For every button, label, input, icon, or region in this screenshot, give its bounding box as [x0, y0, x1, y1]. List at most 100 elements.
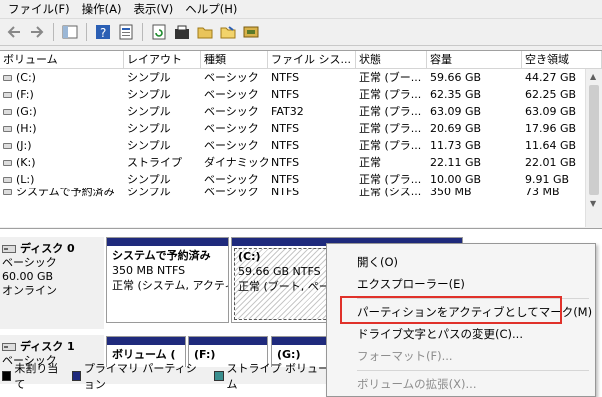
- menu-item-change-drive-letter[interactable]: ドライブ文字とパスの変更(C)...: [357, 326, 523, 342]
- volume-icon: [3, 177, 12, 183]
- partition-system-reserved[interactable]: システムで予約済み 350 MB NTFS 正常 (システム, アクティ: [106, 237, 229, 323]
- filesystem-cell: NTFS: [271, 139, 300, 152]
- partition-name: システムで予約済み: [112, 249, 211, 262]
- volume-name: (C:): [16, 71, 36, 84]
- volume-name: (K:): [16, 156, 36, 169]
- menu-item-explorer[interactable]: エクスプローラー(E): [357, 276, 465, 292]
- table-row[interactable]: (L:) シンプル ベーシック NTFS 正常 (プラ... 10.00 GB …: [0, 171, 602, 188]
- column-header-capacity[interactable]: 容量: [427, 51, 522, 68]
- disk-0-label[interactable]: ディスク 0 ベーシック 60.00 GB オンライン: [0, 237, 104, 329]
- volume-icon: [3, 160, 12, 166]
- column-header-status[interactable]: 状態: [356, 51, 427, 68]
- menu-item-format[interactable]: フォーマット(F)...: [357, 348, 453, 364]
- table-row[interactable]: システムで予約済み シンプル ベーシック NTFS 正常 (シス... 350 …: [0, 188, 602, 198]
- table-row[interactable]: (H:) シンプル ベーシック NTFS 正常 (プラ... 20.69 GB …: [0, 120, 602, 137]
- volume-name: (L:): [16, 173, 35, 186]
- back-icon[interactable]: [4, 22, 24, 42]
- type-cell: ベーシック: [204, 188, 259, 198]
- type-cell: ベーシック: [204, 139, 259, 152]
- scroll-down-icon[interactable]: ▼: [590, 199, 596, 208]
- capacity-cell: 11.73 GB: [430, 139, 482, 152]
- menu-item-open[interactable]: 開く(O): [357, 254, 398, 270]
- open-icon[interactable]: [218, 22, 238, 42]
- column-header-layout[interactable]: レイアウト: [124, 51, 201, 68]
- status-cell: 正常 (プラ...: [359, 173, 422, 186]
- disk-icon: [2, 343, 16, 351]
- status-cell: 正常 (プラ...: [359, 88, 422, 101]
- menu-item-extend-volume[interactable]: ボリュームの拡張(X)...: [357, 376, 476, 392]
- volume-icon: [3, 75, 12, 81]
- type-cell: ベーシック: [204, 173, 259, 186]
- capacity-cell: 59.66 GB: [430, 71, 482, 84]
- layout-cell: ストライプ: [127, 156, 182, 169]
- legend-unallocated-swatch: [2, 370, 12, 381]
- volume-list-header: ボリューム レイアウト 種類 ファイル シス... 状態 容量 空き領域: [0, 51, 602, 69]
- column-header-filesystem[interactable]: ファイル シス...: [268, 51, 356, 68]
- svg-text:?: ?: [100, 26, 106, 40]
- partition-size: 350 MB NTFS: [112, 264, 186, 277]
- column-header-free-space[interactable]: 空き領域: [522, 51, 602, 68]
- console-tree-icon[interactable]: [60, 22, 80, 42]
- menu-help[interactable]: ヘルプ(H): [179, 0, 243, 19]
- filesystem-cell: FAT32: [271, 105, 304, 118]
- toolbar: ?: [0, 19, 602, 46]
- legend-primary-label: プライマリ パーティション: [83, 361, 197, 391]
- column-header-volume[interactable]: ボリューム: [0, 51, 124, 68]
- layout-cell: シンプル: [127, 173, 171, 186]
- filesystem-cell: NTFS: [271, 156, 300, 169]
- volume-list: ボリューム レイアウト 種類 ファイル シス... 状態 容量 空き領域 (C:…: [0, 50, 602, 227]
- column-header-type[interactable]: 種類: [201, 51, 268, 68]
- toolbar-separator: [142, 23, 143, 41]
- status-cell: 正常 (シス...: [359, 188, 422, 198]
- status-cell: 正常 (プラ...: [359, 105, 422, 118]
- capacity-cell: 350 MB: [430, 188, 472, 198]
- menu-action[interactable]: 操作(A): [76, 0, 128, 19]
- legend-stripe-swatch: [214, 370, 224, 381]
- status-cell: 正常 (ブー...: [359, 71, 422, 84]
- volume-name: (F:): [16, 88, 34, 101]
- forward-icon[interactable]: [27, 22, 47, 42]
- volume-name: システムで予約済み: [16, 188, 115, 198]
- capacity-cell: 62.35 GB: [430, 88, 482, 101]
- scroll-up-icon[interactable]: ▲: [590, 72, 596, 81]
- scrollbar-thumb[interactable]: [589, 85, 599, 195]
- type-cell: ベーシック: [204, 122, 259, 135]
- partition-status: 正常 (システム, アクティ: [112, 279, 229, 292]
- type-cell: ベーシック: [204, 71, 259, 84]
- capacity-cell: 22.11 GB: [430, 156, 482, 169]
- filesystem-cell: NTFS: [271, 71, 300, 84]
- disk-check-icon[interactable]: [241, 22, 261, 42]
- volume-icon: [3, 189, 12, 195]
- settings-icon[interactable]: [172, 22, 192, 42]
- toolbar-separator: [86, 23, 87, 41]
- capacity-cell: 20.69 GB: [430, 122, 482, 135]
- volume-icon: [3, 143, 12, 149]
- status-cell: 正常 (プラ...: [359, 139, 422, 152]
- type-cell: ベーシック: [204, 88, 259, 101]
- highlight-box: [340, 296, 562, 324]
- filesystem-cell: NTFS: [271, 122, 300, 135]
- open-folder-icon[interactable]: [195, 22, 215, 42]
- disk-type: ベーシック: [2, 256, 57, 269]
- table-row[interactable]: (F:) シンプル ベーシック NTFS 正常 (プラ... 62.35 GB …: [0, 86, 602, 103]
- table-row[interactable]: (C:) シンプル ベーシック NTFS 正常 (ブー... 59.66 GB …: [0, 69, 602, 86]
- menu-separator: [357, 370, 589, 371]
- volume-name: (G:): [16, 105, 37, 118]
- help-icon[interactable]: ?: [93, 22, 113, 42]
- legend-unallocated-label: 未割り当て: [14, 361, 59, 391]
- volume-name: (J:): [16, 139, 32, 152]
- refresh-icon[interactable]: [149, 22, 169, 42]
- menu-bar: ファイル(F) 操作(A) 表示(V) ヘルプ(H): [0, 0, 602, 19]
- menu-view[interactable]: 表示(V): [127, 0, 179, 19]
- menu-file[interactable]: ファイル(F): [2, 0, 76, 19]
- vertical-scrollbar[interactable]: ▲ ▼: [585, 69, 602, 227]
- layout-cell: シンプル: [127, 122, 171, 135]
- properties-icon[interactable]: [116, 22, 136, 42]
- disk-size: 60.00 GB: [2, 270, 54, 283]
- table-row[interactable]: (G:) シンプル ベーシック FAT32 正常 (プラ... 63.09 GB…: [0, 103, 602, 120]
- filesystem-cell: NTFS: [271, 88, 300, 101]
- table-row[interactable]: (J:) シンプル ベーシック NTFS 正常 (プラ... 11.73 GB …: [0, 137, 602, 154]
- status-cell: 正常: [359, 156, 381, 169]
- legend-primary-swatch: [71, 370, 81, 381]
- table-row[interactable]: (K:) ストライプ ダイナミック NTFS 正常 22.11 GB 22.01…: [0, 154, 602, 171]
